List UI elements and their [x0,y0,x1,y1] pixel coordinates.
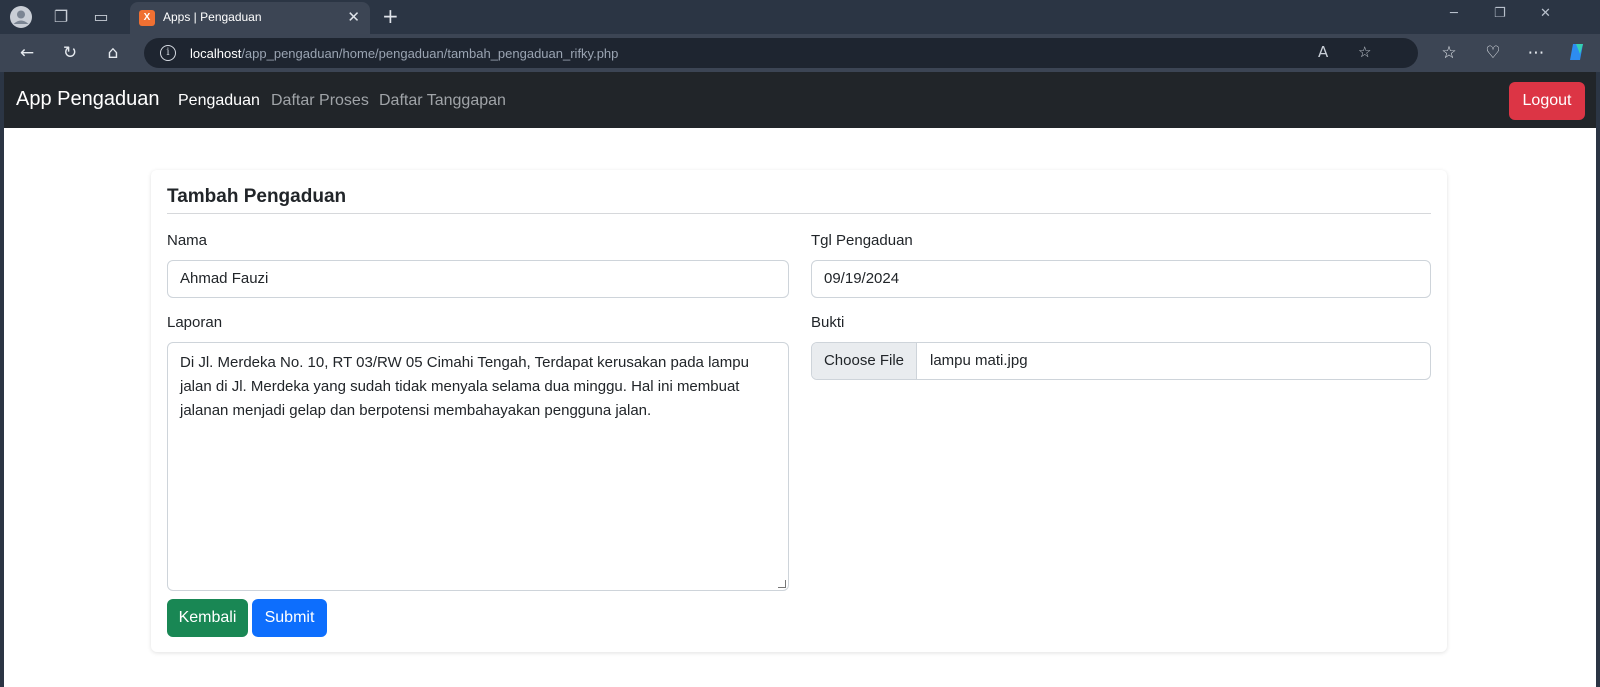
choose-file-button[interactable]: Choose File [812,343,917,379]
browser-essentials-icon[interactable]: ♡ [1482,42,1504,64]
new-tab-icon[interactable]: + [382,4,399,28]
kembali-button[interactable]: Kembali [167,599,248,637]
app-navbar: App Pengaduan Pengaduan Daftar Proses Da… [4,72,1596,128]
refresh-icon[interactable]: ↻ [59,42,81,64]
browser-tab-active[interactable]: X Apps | Pengaduan ✕ [130,2,370,34]
title-divider [167,213,1431,214]
nav-link-daftar-tanggapan[interactable]: Daftar Tanggapan [379,92,506,110]
site-info-icon[interactable]: i [160,45,176,61]
laporan-label: Laporan [167,314,223,331]
tab-title: Apps | Pengaduan [163,10,262,24]
logout-button[interactable]: Logout [1509,82,1585,120]
laporan-line: Di Jl. Merdeka No. 10, RT 03/RW 05 Cimah… [180,354,749,371]
window-close-icon[interactable]: ✕ [1540,6,1551,21]
laporan-line: jalanan menjadi gelap dan berpotensi mem… [180,402,652,419]
nama-input[interactable]: Ahmad Fauzi [167,260,789,298]
form-card: Tambah Pengaduan Nama Ahmad Fauzi Tgl Pe… [151,170,1447,652]
address-bar[interactable]: i localhost/app_pengaduan/home/pengaduan… [144,38,1418,68]
favorite-star-icon[interactable]: ☆ [1358,43,1371,61]
home-icon[interactable]: ⌂ [102,42,124,64]
navbar-brand[interactable]: App Pengaduan [16,88,159,111]
tgl-pengaduan-label: Tgl Pengaduan [811,232,913,249]
back-arrow-icon[interactable]: ← [16,42,38,64]
laporan-line: jalan di Jl. Merdeka yang sudah tidak me… [180,378,740,395]
browser-tab-strip: ❐ ▭ X Apps | Pengaduan ✕ + ─ ❐ ✕ [0,0,1600,34]
favorites-list-icon[interactable]: ☆ [1438,42,1460,64]
profile-avatar-icon[interactable] [10,6,32,28]
restore-icon[interactable]: ❐ [1494,6,1506,21]
read-aloud-icon[interactable]: A [1318,43,1328,61]
resize-handle-icon[interactable] [778,580,786,588]
bukti-file-input[interactable]: Choose File lampu mati.jpg [811,342,1431,380]
page-viewport: App Pengaduan Pengaduan Daftar Proses Da… [4,72,1596,687]
url-text[interactable]: localhost/app_pengaduan/home/pengaduan/t… [190,46,618,61]
minimize-icon[interactable]: ─ [1450,6,1458,21]
submit-button[interactable]: Submit [252,599,327,637]
tab-close-icon[interactable]: ✕ [347,8,360,26]
laporan-textarea[interactable]: Di Jl. Merdeka No. 10, RT 03/RW 05 Cimah… [167,342,789,591]
tab-actions-icon[interactable]: ▭ [90,6,112,28]
form-title: Tambah Pengaduan [167,186,347,207]
url-host: localhost [190,46,242,61]
workspaces-icon[interactable]: ❐ [50,6,72,28]
more-options-icon[interactable]: ⋯ [1525,42,1547,64]
bukti-label: Bukti [811,314,845,331]
nav-link-pengaduan[interactable]: Pengaduan [178,92,260,110]
copilot-icon[interactable] [1566,42,1588,64]
nama-label: Nama [167,232,208,249]
tgl-pengaduan-input[interactable]: 09/19/2024 [811,260,1431,298]
selected-file-name: lampu mati.jpg [930,352,1028,369]
nav-link-daftar-proses[interactable]: Daftar Proses [271,92,369,110]
url-path: /app_pengaduan/home/pengaduan/tambah_pen… [241,46,619,61]
browser-toolbar: ← ↻ ⌂ i localhost/app_pengaduan/home/pen… [0,34,1600,72]
xampp-favicon-icon: X [139,10,155,26]
